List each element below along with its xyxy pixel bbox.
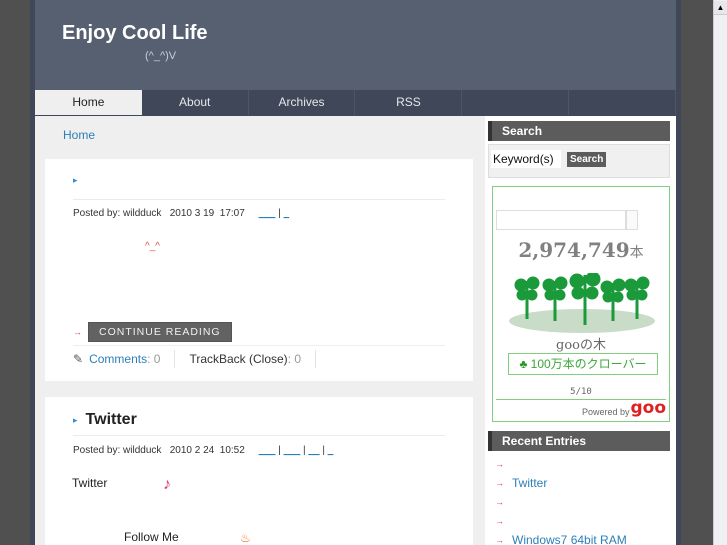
category-link[interactable]: _ xyxy=(328,445,334,456)
smile-emoji-icon: ^_^ xyxy=(145,241,160,252)
site-header: Enjoy Cool Life (^_^)V xyxy=(35,0,676,90)
goo-input[interactable] xyxy=(496,210,626,230)
tree-count-value: 2,974,749 xyxy=(518,238,630,262)
divider xyxy=(73,345,445,346)
arrow-right-icon: → xyxy=(495,477,504,488)
trees-illustration-icon xyxy=(509,273,655,333)
clover-banner-text: 100万本のクローバー xyxy=(530,357,647,371)
separator xyxy=(174,350,176,368)
powered-by-text: Powered by xyxy=(581,407,630,417)
recent-entry-link[interactable]: Windows7 64bit RAM xyxy=(512,533,627,545)
comments-link[interactable]: Comments xyxy=(89,352,147,366)
goo-page-indicator: 5/10 xyxy=(570,387,592,397)
recent-entries-heading: Recent Entries xyxy=(488,431,670,451)
list-item: → xyxy=(495,511,627,530)
trackback-count: 0 xyxy=(294,352,302,366)
goo-logo[interactable]: goo xyxy=(630,400,666,417)
nav-archives[interactable]: Archives xyxy=(249,90,356,115)
list-item: → Windows7 64bit RAM xyxy=(495,530,627,545)
clover-banner-link[interactable]: ♣ 100万本のクローバー xyxy=(508,353,658,375)
trackback-label: TrackBack (Close) xyxy=(189,352,288,366)
goo-tree-name: gooの木 xyxy=(556,338,606,353)
post-meta: Posted by: wildduck 2010 2 24 10:52 ___ … xyxy=(73,445,333,456)
trackback-colon: : xyxy=(287,352,295,366)
arrow-right-icon: → xyxy=(73,327,82,337)
post-entry: ▸ Twitter Posted by: wildduck 2010 2 24 … xyxy=(45,397,473,545)
goo-input-button[interactable] xyxy=(626,210,638,230)
category-link[interactable]: ___ xyxy=(284,445,301,456)
search-heading: Search xyxy=(488,121,670,141)
post-title[interactable]: Twitter xyxy=(86,411,137,429)
list-item: → xyxy=(495,492,627,511)
post-title-row: ▸ Twitter xyxy=(73,411,137,429)
main-nav: Home About Archives RSS xyxy=(35,90,677,116)
nav-rss[interactable]: RSS xyxy=(355,90,463,115)
follow-me-text: Follow Me xyxy=(124,530,179,544)
site-title[interactable]: Enjoy Cool Life xyxy=(62,22,208,45)
sidebar: Search Search 2,974,749本 gooの木 ♣ 100万本のク… xyxy=(485,116,676,545)
continue-reading-button[interactable]: CONTINUE READING xyxy=(88,322,232,342)
list-item: → Twitter xyxy=(495,473,627,492)
post-title-row: ▸ xyxy=(73,175,86,186)
arrow-right-icon: → xyxy=(495,534,504,545)
search-button[interactable]: Search xyxy=(567,152,607,167)
search-input[interactable] xyxy=(491,150,561,168)
post-meta: Posted by: wildduck 2010 3 19 17:07 ___ … xyxy=(73,208,289,219)
list-item: → xyxy=(495,454,627,473)
music-note-icon: ♪ xyxy=(163,476,171,493)
clover-icon: ♣ xyxy=(519,357,528,371)
bullet-arrow-icon: ▸ xyxy=(73,175,78,185)
vertical-scrollbar[interactable]: ▲ xyxy=(713,0,727,545)
ground-ellipse xyxy=(509,309,655,333)
recent-entry-link[interactable]: Twitter xyxy=(512,476,547,490)
fire-icon: ♨ xyxy=(240,531,251,545)
category-link[interactable]: ___ xyxy=(259,208,276,219)
tree-count-unit: 本 xyxy=(629,245,644,261)
post-meta-text: Posted by: wildduck 2010 2 24 10:52 xyxy=(73,445,245,456)
continue-row: → CONTINUE READING xyxy=(73,322,232,342)
search-widget: Search xyxy=(488,144,670,178)
divider xyxy=(73,435,445,436)
pencil-icon: ✎ xyxy=(73,352,84,366)
post-meta-text: Posted by: wildduck 2010 3 19 17:07 xyxy=(73,208,245,219)
breadcrumb-home[interactable]: Home xyxy=(63,128,95,142)
nav-item-6[interactable] xyxy=(569,90,677,115)
site-tagline: (^_^)V xyxy=(145,50,177,62)
category-link[interactable]: __ xyxy=(308,445,319,456)
recent-entries-list: → → Twitter → → → Windows7 64bit RAM xyxy=(495,454,627,545)
tree-count: 2,974,749本 xyxy=(493,238,669,262)
post-entry: ▸ Posted by: wildduck 2010 3 19 17:07 __… xyxy=(45,159,473,381)
post-footer: ✎ Comments : 0 TrackBack (Close) : 0 xyxy=(73,350,330,368)
category-link[interactable]: _ xyxy=(284,208,290,219)
arrow-right-icon: → xyxy=(495,458,504,469)
bullet-arrow-icon: ▸ xyxy=(73,414,78,425)
scroll-up-arrow-icon[interactable]: ▲ xyxy=(714,1,727,15)
divider xyxy=(73,199,445,200)
arrow-right-icon: → xyxy=(495,496,504,507)
goo-tree-widget: 2,974,749本 gooの木 ♣ 100万本のクローバー 5/10 Powe… xyxy=(492,186,670,422)
nav-item-5[interactable] xyxy=(462,90,570,115)
nav-home[interactable]: Home xyxy=(35,90,142,115)
comments-count: 0 xyxy=(153,352,161,366)
powered-by: Powered by goo xyxy=(581,400,666,418)
separator xyxy=(315,350,317,368)
arrow-right-icon: → xyxy=(495,515,504,526)
category-link[interactable]: ___ xyxy=(259,445,276,456)
post-body-text: Twitter xyxy=(72,476,108,490)
comments-colon: : xyxy=(147,352,154,366)
nav-about[interactable]: About xyxy=(142,90,249,115)
